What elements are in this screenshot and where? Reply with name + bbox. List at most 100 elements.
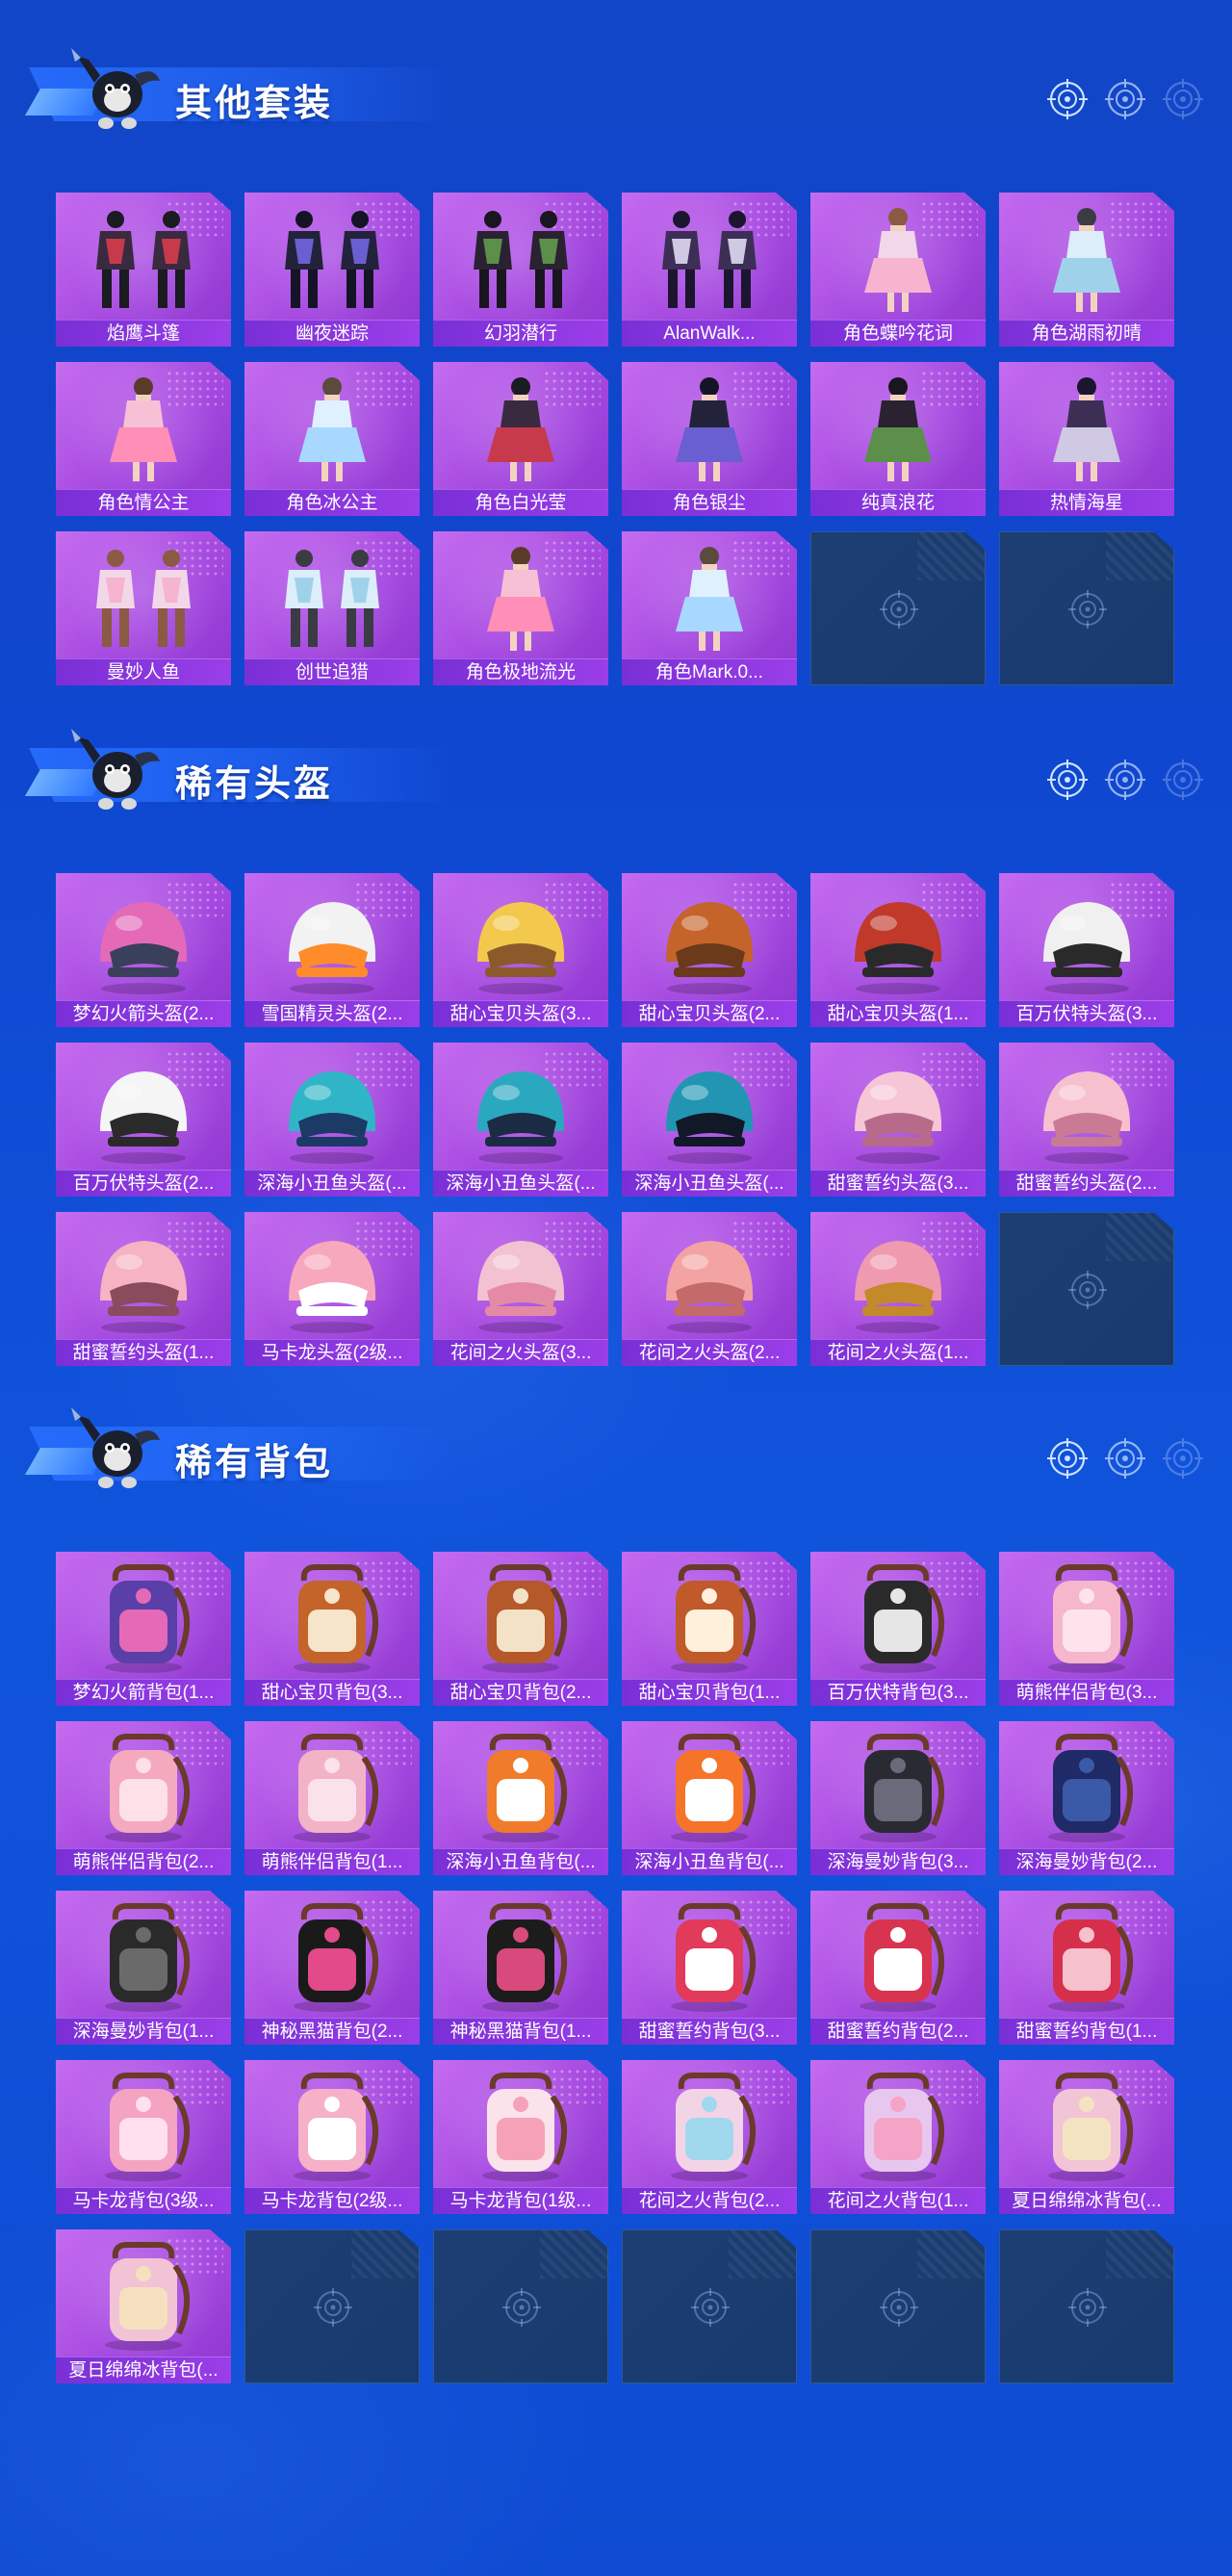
item-card[interactable]: 角色湖雨初晴 (999, 193, 1174, 347)
item-card[interactable]: 神秘黑猫背包(2... (244, 1891, 420, 2045)
mascot-character-icon (67, 46, 164, 131)
item-card[interactable]: 纯真浪花 (810, 362, 986, 516)
hatch-pattern (1106, 532, 1173, 580)
item-image (56, 881, 231, 996)
item-card[interactable]: 角色银尘 (622, 362, 797, 516)
item-card[interactable]: 深海小丑鱼头盔(... (622, 1043, 797, 1197)
item-name: 马卡龙头盔(2级... (244, 1339, 420, 1366)
item-card[interactable]: 角色白光莹 (433, 362, 608, 516)
item-image (244, 1559, 420, 1675)
item-card[interactable]: 角色蝶吟花词 (810, 193, 986, 347)
item-card[interactable]: 甜蜜誓约背包(3... (622, 1891, 797, 2045)
item-card[interactable]: 甜蜜誓约头盔(1... (56, 1212, 231, 1366)
section-header: 稀有头盔 (24, 719, 1203, 815)
item-card[interactable]: 马卡龙背包(1级... (433, 2060, 608, 2214)
item-image (999, 370, 1174, 485)
item-card[interactable]: 角色极地流光 (433, 531, 608, 685)
item-card[interactable]: 创世追猎 (244, 531, 420, 685)
item-image (622, 1050, 797, 1166)
item-card[interactable]: 花间之火头盔(2... (622, 1212, 797, 1366)
item-card[interactable]: 甜蜜誓约背包(2... (810, 1891, 986, 2045)
item-name: 角色银尘 (622, 489, 797, 516)
item-card[interactable]: 甜心宝贝头盔(1... (810, 873, 986, 1027)
item-name: 百万伏特头盔(3... (999, 1000, 1174, 1027)
item-card[interactable]: 花间之火头盔(1... (810, 1212, 986, 1366)
item-image (810, 2068, 986, 2183)
item-name: 夏日绵绵冰背包(... (999, 2187, 1174, 2214)
item-card[interactable]: 马卡龙背包(2级... (244, 2060, 420, 2214)
item-card[interactable]: 深海曼妙背包(2... (999, 1721, 1174, 1875)
item-name: 萌熊伴侣背包(2... (56, 1848, 231, 1875)
item-name: 神秘黑猫背包(2... (244, 2018, 420, 2045)
item-card[interactable]: 甜蜜誓约背包(1... (999, 1891, 1174, 2045)
item-card[interactable]: 角色情公主 (56, 362, 231, 516)
item-card[interactable]: 马卡龙背包(3级... (56, 2060, 231, 2214)
crosshair-placeholder-icon (502, 2288, 541, 2327)
item-card[interactable]: AlanWalk... (622, 193, 797, 347)
item-card[interactable]: 百万伏特背包(3... (810, 1552, 986, 1706)
item-card[interactable]: 幻羽潜行 (433, 193, 608, 347)
item-card[interactable]: 雪国精灵头盔(2... (244, 873, 420, 1027)
item-image (622, 200, 797, 316)
item-image (244, 370, 420, 485)
item-card[interactable]: 马卡龙头盔(2级... (244, 1212, 420, 1366)
item-name: AlanWalk... (622, 320, 797, 347)
item-image (56, 1559, 231, 1675)
item-card[interactable]: 梦幻火箭头盔(2... (56, 873, 231, 1027)
item-card[interactable]: 焰鹰斗篷 (56, 193, 231, 347)
item-card[interactable]: 花间之火背包(2... (622, 2060, 797, 2214)
section-title: 其他套装 (175, 84, 334, 124)
item-card[interactable]: 花间之火背包(1... (810, 2060, 986, 2214)
item-card[interactable]: 甜心宝贝背包(2... (433, 1552, 608, 1706)
item-name: 角色极地流光 (433, 658, 608, 685)
item-card[interactable]: 深海小丑鱼头盔(... (433, 1043, 608, 1197)
item-card[interactable]: 夏日绵绵冰背包(... (999, 2060, 1174, 2214)
item-name: 甜心宝贝头盔(2... (622, 1000, 797, 1027)
item-card[interactable]: 深海小丑鱼背包(... (433, 1721, 608, 1875)
item-image (622, 370, 797, 485)
crosshair-target-icon (1163, 79, 1203, 119)
item-image (56, 370, 231, 485)
item-card[interactable]: 甜蜜誓约头盔(3... (810, 1043, 986, 1197)
item-card[interactable]: 角色冰公主 (244, 362, 420, 516)
item-name: 梦幻火箭背包(1... (56, 1679, 231, 1706)
item-card[interactable]: 深海曼妙背包(1... (56, 1891, 231, 2045)
item-name: 深海小丑鱼头盔(... (433, 1170, 608, 1197)
item-card[interactable]: 萌熊伴侣背包(3... (999, 1552, 1174, 1706)
item-card[interactable]: 深海小丑鱼背包(... (622, 1721, 797, 1875)
item-name: 神秘黑猫背包(1... (433, 2018, 608, 2045)
crosshair-target-icon (1105, 1438, 1145, 1479)
item-name: 甜蜜誓约头盔(2... (999, 1170, 1174, 1197)
item-image (999, 1559, 1174, 1675)
item-card[interactable]: 百万伏特头盔(3... (999, 873, 1174, 1027)
item-card[interactable]: 甜心宝贝头盔(2... (622, 873, 797, 1027)
item-card[interactable]: 花间之火头盔(3... (433, 1212, 608, 1366)
item-card[interactable]: 百万伏特头盔(2... (56, 1043, 231, 1197)
item-card[interactable]: 深海曼妙背包(3... (810, 1721, 986, 1875)
empty-slot (999, 2229, 1174, 2383)
item-name: 雪国精灵头盔(2... (244, 1000, 420, 1027)
item-image (244, 1050, 420, 1166)
item-card[interactable]: 甜心宝贝头盔(3... (433, 873, 608, 1027)
item-card[interactable]: 热情海星 (999, 362, 1174, 516)
item-card[interactable]: 深海小丑鱼头盔(... (244, 1043, 420, 1197)
item-image (810, 370, 986, 485)
item-card[interactable]: 角色Mark.0... (622, 531, 797, 685)
item-name: 甜心宝贝背包(3... (244, 1679, 420, 1706)
item-card[interactable]: 萌熊伴侣背包(2... (56, 1721, 231, 1875)
item-card[interactable]: 甜心宝贝背包(1... (622, 1552, 797, 1706)
item-card[interactable]: 曼妙人鱼 (56, 531, 231, 685)
item-card[interactable]: 神秘黑猫背包(1... (433, 1891, 608, 2045)
item-image (56, 539, 231, 655)
item-card[interactable]: 夏日绵绵冰背包(... (56, 2229, 231, 2383)
item-image (433, 1729, 608, 1844)
crosshair-placeholder-icon (691, 2288, 730, 2327)
item-card[interactable]: 幽夜迷踪 (244, 193, 420, 347)
item-card[interactable]: 萌熊伴侣背包(1... (244, 1721, 420, 1875)
item-card[interactable]: 甜蜜誓约头盔(2... (999, 1043, 1174, 1197)
item-card[interactable]: 甜心宝贝背包(3... (244, 1552, 420, 1706)
item-image (622, 2068, 797, 2183)
item-card[interactable]: 梦幻火箭背包(1... (56, 1552, 231, 1706)
item-name: 马卡龙背包(1级... (433, 2187, 608, 2214)
item-name: 百万伏特头盔(2... (56, 1170, 231, 1197)
